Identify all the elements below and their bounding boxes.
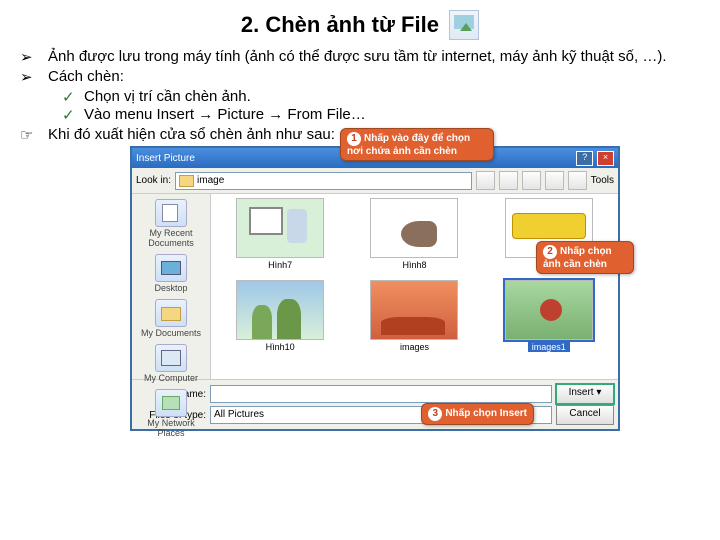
newfolder-icon[interactable] <box>545 171 564 190</box>
back-icon[interactable] <box>476 171 495 190</box>
callout-3-text: Nhấp chọn Insert <box>445 408 527 419</box>
check-icon: ✓ <box>62 106 84 124</box>
insert-button[interactable]: Insert ▾ <box>556 384 614 404</box>
subbullet-1-text: Chọn vị trí cần chèn ảnh. <box>84 88 251 106</box>
filetype-value: All Pictures <box>214 409 264 420</box>
help-button[interactable]: ? <box>576 151 593 166</box>
lookin-combo[interactable]: image <box>175 172 472 190</box>
close-button[interactable]: × <box>597 151 614 166</box>
dialog-toolbar: Look in: image Tools <box>132 168 618 194</box>
file-gallery: Hình7 Hình8 Hình9 Hình10 images images1 <box>211 194 618 379</box>
callout-num-2: 2 <box>543 245 557 259</box>
picture-icon <box>449 10 479 40</box>
thumb-caption: images <box>400 342 429 352</box>
dialog-body: My Recent Documents Desktop My Documents… <box>132 194 618 379</box>
tools-dropdown[interactable]: Tools <box>591 175 614 186</box>
cancel-button[interactable]: Cancel <box>556 405 614 425</box>
places-bar: My Recent Documents Desktop My Documents… <box>132 194 211 379</box>
place-recent[interactable]: My Recent Documents <box>132 196 210 251</box>
place-recent-label: My Recent Documents <box>148 228 194 248</box>
delete-icon[interactable] <box>522 171 541 190</box>
place-desktop-label: Desktop <box>154 283 187 293</box>
lookin-label: Look in: <box>136 175 171 186</box>
folder-icon <box>179 175 194 187</box>
callout-2: 2Nhấp chọn ảnh cần chèn <box>536 241 634 274</box>
callout-1-text: Nhấp vào đây để chọn nơi chứa ảnh cần ch… <box>347 133 470 157</box>
lookin-value: image <box>197 173 224 188</box>
thumb-img <box>236 198 324 258</box>
place-mycomp-label: My Computer <box>144 373 198 383</box>
mydocs-icon <box>155 299 187 327</box>
callout-num-1: 1 <box>347 132 361 146</box>
thumb-caption: Hình8 <box>402 260 426 270</box>
up-icon[interactable] <box>499 171 518 190</box>
thumb-img <box>370 280 458 340</box>
bullet-1: ➢ Ảnh được lưu trong máy tính (ảnh có th… <box>20 48 700 66</box>
callout-1: 1Nhấp vào đây để chọn nơi chứa ảnh cần c… <box>340 128 494 161</box>
thumb-caption: Hình10 <box>266 342 295 352</box>
place-mynet-label: My Network Places <box>147 418 195 438</box>
place-mydocs-label: My Documents <box>141 328 201 338</box>
bullet-2-text: Cách chèn: <box>48 68 124 86</box>
bullet-2: ➢ Cách chèn: <box>20 68 700 86</box>
insert-picture-dialog: Insert Picture ? × Look in: image Tools … <box>130 146 620 431</box>
thumb-hinh8[interactable]: Hình8 <box>349 198 479 276</box>
place-mycomp[interactable]: My Computer <box>132 341 210 386</box>
desktop-icon <box>155 254 187 282</box>
thumb-caption: images1 <box>528 342 570 352</box>
filename-input[interactable] <box>210 385 552 403</box>
page-title: 2. Chèn ảnh từ File <box>241 12 439 38</box>
dialog-title: Insert Picture <box>136 153 195 164</box>
thumb-hinh7[interactable]: Hình7 <box>215 198 345 276</box>
views-icon[interactable] <box>568 171 587 190</box>
page-title-row: 2. Chèn ảnh từ File <box>20 10 700 40</box>
arrow-bullet-icon: ➢ <box>20 48 48 66</box>
cancel-button-label: Cancel <box>569 408 600 419</box>
place-mydocs[interactable]: My Documents <box>132 296 210 341</box>
subbullet-1: ✓ Chọn vị trí cần chèn ảnh. <box>62 88 700 106</box>
thumb-img <box>505 280 593 340</box>
subbullet-2: ✓ Vào menu Insert → Picture → From File… <box>62 106 700 124</box>
subbullet-2-text: Vào menu Insert → Picture → From File… <box>84 106 366 124</box>
thumb-img <box>370 198 458 258</box>
thumb-images1[interactable]: images1 <box>484 280 614 358</box>
callout-num-3: 3 <box>428 407 442 421</box>
recent-icon <box>155 199 187 227</box>
place-desktop[interactable]: Desktop <box>132 251 210 296</box>
thumb-caption: Hình7 <box>268 260 292 270</box>
thumb-hinh10[interactable]: Hình10 <box>215 280 345 358</box>
arrow-bullet-icon: ➢ <box>20 68 48 86</box>
bullet-1-text: Ảnh được lưu trong máy tính (ảnh có thể … <box>48 48 667 66</box>
check-icon: ✓ <box>62 88 84 106</box>
insert-button-label: Insert <box>569 387 594 398</box>
mycomp-icon <box>155 344 187 372</box>
thumb-img <box>236 280 324 340</box>
note-text: Khi đó xuất hiện cửa sổ chèn ảnh như sau… <box>48 126 335 144</box>
dialog-screenshot: 1Nhấp vào đây để chọn nơi chứa ảnh cần c… <box>130 146 620 431</box>
point-icon: ☞ <box>20 126 48 144</box>
callout-3: 3Nhấp chọn Insert <box>421 403 534 425</box>
mynet-icon <box>155 389 187 417</box>
thumb-images[interactable]: images <box>349 280 479 358</box>
